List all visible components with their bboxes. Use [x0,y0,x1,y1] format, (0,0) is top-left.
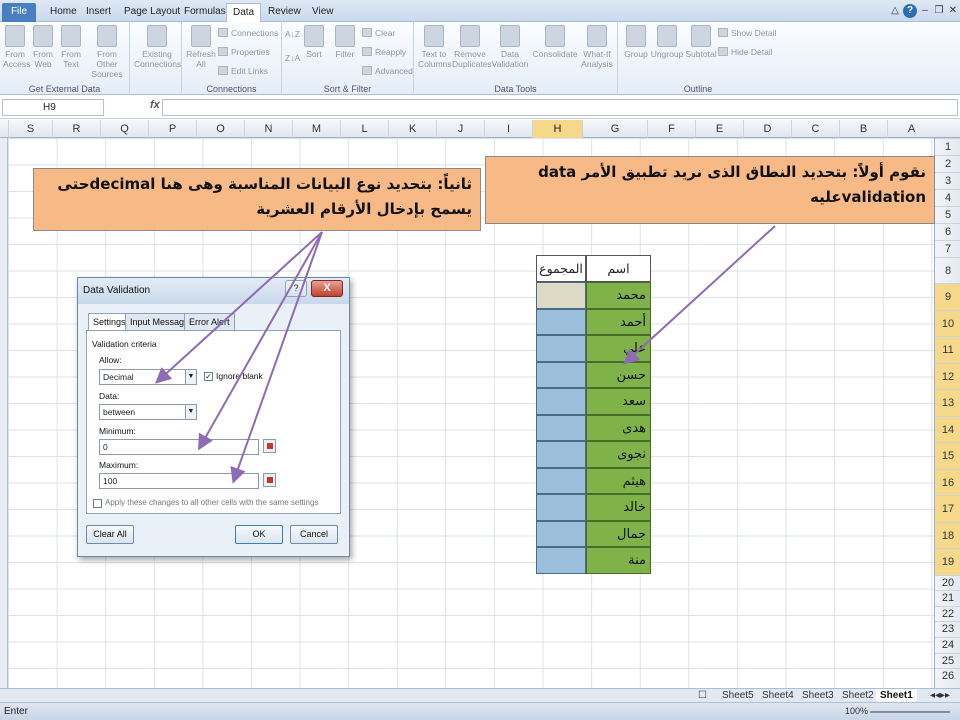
arrow-to-range [623,225,776,365]
zoom-level[interactable]: 100% [845,706,868,716]
arrow-to-minimum [198,231,323,451]
sheet-tab-5[interactable]: Sheet5 [718,689,758,703]
sheet-nav-arrows-icon[interactable]: ◂◂▸▸ [926,689,954,703]
arrow-to-maximum [230,231,323,484]
annotation-arrows [155,225,776,484]
sheet-tab-bar: ☐ Sheet5 Sheet4 Sheet3 Sheet2 Sheet1 ◂◂▸… [0,688,960,703]
sheet-tab-3[interactable]: Sheet3 [798,689,838,703]
zoom-slider[interactable] [870,711,950,713]
status-bar: Enter 100% [0,702,960,720]
sheet-tab-1[interactable]: Sheet1 [876,689,917,703]
sheet-tab-2[interactable]: Sheet2 [838,689,878,703]
insert-sheet-icon[interactable]: ☐ [694,689,711,703]
sheet-tab-4[interactable]: Sheet4 [758,689,798,703]
status-mode: Enter [4,706,28,717]
arrow-to-allow [155,231,323,384]
